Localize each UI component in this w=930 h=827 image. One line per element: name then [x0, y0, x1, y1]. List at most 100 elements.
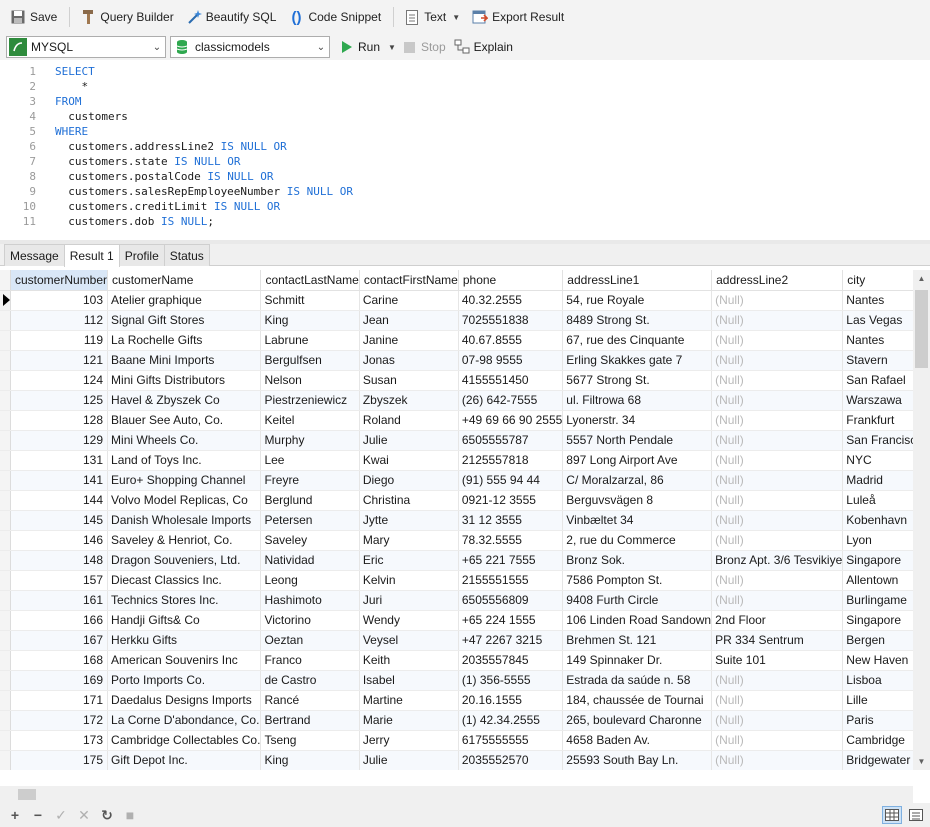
table-cell[interactable]: (Null) — [711, 450, 844, 471]
row-selector[interactable] — [0, 610, 11, 631]
row-selector[interactable] — [0, 290, 11, 311]
scrollbar-thumb[interactable] — [18, 789, 36, 800]
table-cell[interactable]: Daedalus Designs Imports — [107, 690, 262, 711]
row-selector[interactable] — [0, 310, 11, 331]
table-cell[interactable]: Kobenhavn — [842, 510, 913, 531]
table-cell[interactable]: Jean — [359, 310, 459, 331]
table-cell[interactable]: Zbyszek — [359, 390, 459, 411]
table-cell[interactable]: Burlingame — [842, 590, 913, 611]
table-row[interactable]: 171 Daedalus Designs Imports Rancé Martine 2… — [0, 690, 913, 711]
table-cell[interactable]: 119 — [10, 330, 109, 351]
table-row[interactable]: 128 Blauer See Auto, Co. Keitel Roland +49 6… — [0, 410, 913, 431]
result-grid[interactable]: customerNumber customerName contactLastNam… — [0, 270, 913, 770]
table-cell[interactable]: 121 — [10, 350, 109, 371]
column-header-contactLastName[interactable]: contactLastName — [260, 270, 360, 291]
table-cell[interactable]: 5557 North Pendale — [562, 430, 713, 451]
table-cell[interactable]: (1) 356-5555 — [458, 670, 564, 691]
table-cell[interactable]: Labrune — [260, 330, 360, 351]
table-cell[interactable]: La Corne D'abondance, Co. — [107, 710, 262, 731]
table-cell[interactable]: Signal Gift Stores — [107, 310, 262, 331]
table-cell[interactable]: Lisboa — [842, 670, 913, 691]
table-cell[interactable]: Porto Imports Co. — [107, 670, 262, 691]
table-cell[interactable]: 149 Spinnaker Dr. — [562, 650, 713, 671]
table-cell[interactable]: Euro+ Shopping Channel — [107, 470, 262, 491]
table-cell[interactable]: American Souvenirs Inc — [107, 650, 262, 671]
table-cell[interactable]: San Rafael — [842, 370, 913, 391]
table-cell[interactable]: Mini Gifts Distributors — [107, 370, 262, 391]
table-cell[interactable]: Estrada da saúde n. 58 — [562, 670, 713, 691]
table-cell[interactable]: Freyre — [260, 470, 360, 491]
table-cell[interactable]: 67, rue des Cinquante — [562, 330, 713, 351]
table-cell[interactable]: Natividad — [260, 550, 360, 571]
table-cell[interactable]: 40.67.8555 — [458, 330, 564, 351]
table-cell[interactable]: (Null) — [711, 350, 844, 371]
table-cell[interactable]: Christina — [359, 490, 459, 511]
table-row[interactable]: 172 La Corne D'abondance, Co. Bertrand Mari… — [0, 710, 913, 731]
table-cell[interactable]: 175 — [10, 750, 109, 770]
table-cell[interactable]: (Null) — [711, 370, 844, 391]
code-snippet-button[interactable]: () Code Snippet — [284, 5, 385, 29]
row-selector[interactable] — [0, 710, 11, 731]
table-cell[interactable]: Erling Skakkes gate 7 — [562, 350, 713, 371]
table-cell[interactable]: 166 — [10, 610, 109, 631]
table-cell[interactable]: C/ Moralzarzal, 86 — [562, 470, 713, 491]
stop-button[interactable]: Stop — [400, 36, 450, 58]
table-cell[interactable]: (Null) — [711, 330, 844, 351]
table-row[interactable]: 129 Mini Wheels Co. Murphy Julie 6505555787 5… — [0, 430, 913, 451]
table-cell[interactable]: +65 221 7555 — [458, 550, 564, 571]
table-cell[interactable]: 124 — [10, 370, 109, 391]
row-selector[interactable] — [0, 490, 11, 511]
table-cell[interactable]: PR 334 Sentrum — [711, 630, 844, 651]
table-cell[interactable]: 2035552570 — [458, 750, 564, 770]
table-cell[interactable]: (Null) — [711, 430, 844, 451]
table-cell[interactable]: La Rochelle Gifts — [107, 330, 262, 351]
table-cell[interactable]: 2155551555 — [458, 570, 564, 591]
row-selector[interactable] — [0, 350, 11, 371]
table-row[interactable]: 144 Volvo Model Replicas, Co Berglund Chris… — [0, 490, 913, 511]
refresh-icon[interactable]: ↻ — [98, 806, 116, 824]
table-cell[interactable]: 20.16.1555 — [458, 690, 564, 711]
table-cell[interactable]: (Null) — [711, 390, 844, 411]
table-cell[interactable]: 169 — [10, 670, 109, 691]
table-cell[interactable]: Saveley & Henriot, Co. — [107, 530, 262, 551]
table-cell[interactable]: 131 — [10, 450, 109, 471]
table-row[interactable]: 148 Dragon Souveniers, Ltd. Natividad Eric +… — [0, 550, 913, 571]
table-cell[interactable]: 157 — [10, 570, 109, 591]
row-selector[interactable] — [0, 390, 11, 411]
table-row[interactable]: 175 Gift Depot Inc. King Julie 2035552570 255… — [0, 750, 913, 770]
table-cell[interactable]: Danish Wholesale Imports — [107, 510, 262, 531]
table-row[interactable]: 168 American Souvenirs Inc Franco Keith 2035… — [0, 650, 913, 671]
table-cell[interactable]: (91) 555 94 44 — [458, 470, 564, 491]
text-dropdown-button[interactable]: Text ▼ — [400, 5, 464, 29]
table-cell[interactable]: 146 — [10, 530, 109, 551]
table-cell[interactable]: Keith — [359, 650, 459, 671]
table-cell[interactable]: Singapore — [842, 610, 913, 631]
table-cell[interactable]: Tseng — [260, 730, 360, 751]
table-cell[interactable]: Herkku Gifts — [107, 630, 262, 651]
table-cell[interactable]: Janine — [359, 330, 459, 351]
row-selector[interactable] — [0, 750, 11, 770]
table-cell[interactable]: Havel & Zbyszek Co — [107, 390, 262, 411]
table-cell[interactable]: Oeztan — [260, 630, 360, 651]
row-selector[interactable] — [0, 530, 11, 551]
table-cell[interactable]: Carine — [359, 290, 459, 311]
table-cell[interactable]: Baane Mini Imports — [107, 350, 262, 371]
table-cell[interactable]: Mary — [359, 530, 459, 551]
database-select[interactable]: classicmodels ⌄ — [170, 36, 330, 58]
table-row[interactable]: 124 Mini Gifts Distributors Nelson Susan 415… — [0, 370, 913, 391]
table-cell[interactable]: (Null) — [711, 510, 844, 531]
table-cell[interactable]: 6505555787 — [458, 430, 564, 451]
table-row[interactable]: 131 Land of Toys Inc. Lee Kwai 2125557818 897… — [0, 450, 913, 471]
table-cell[interactable]: 5677 Strong St. — [562, 370, 713, 391]
beautify-sql-button[interactable]: Beautify SQL — [182, 5, 281, 29]
table-cell[interactable]: Jerry — [359, 730, 459, 751]
table-cell[interactable]: Las Vegas — [842, 310, 913, 331]
table-cell[interactable]: Warszawa — [842, 390, 913, 411]
table-row[interactable]: 169 Porto Imports Co. de Castro Isabel (1) 3… — [0, 670, 913, 691]
table-cell[interactable]: Murphy — [260, 430, 360, 451]
row-selector[interactable] — [0, 650, 11, 671]
table-cell[interactable]: 897 Long Airport Ave — [562, 450, 713, 471]
table-cell[interactable]: Lyonerstr. 34 — [562, 410, 713, 431]
row-selector[interactable] — [0, 730, 11, 751]
add-record-icon[interactable]: + — [6, 806, 24, 824]
